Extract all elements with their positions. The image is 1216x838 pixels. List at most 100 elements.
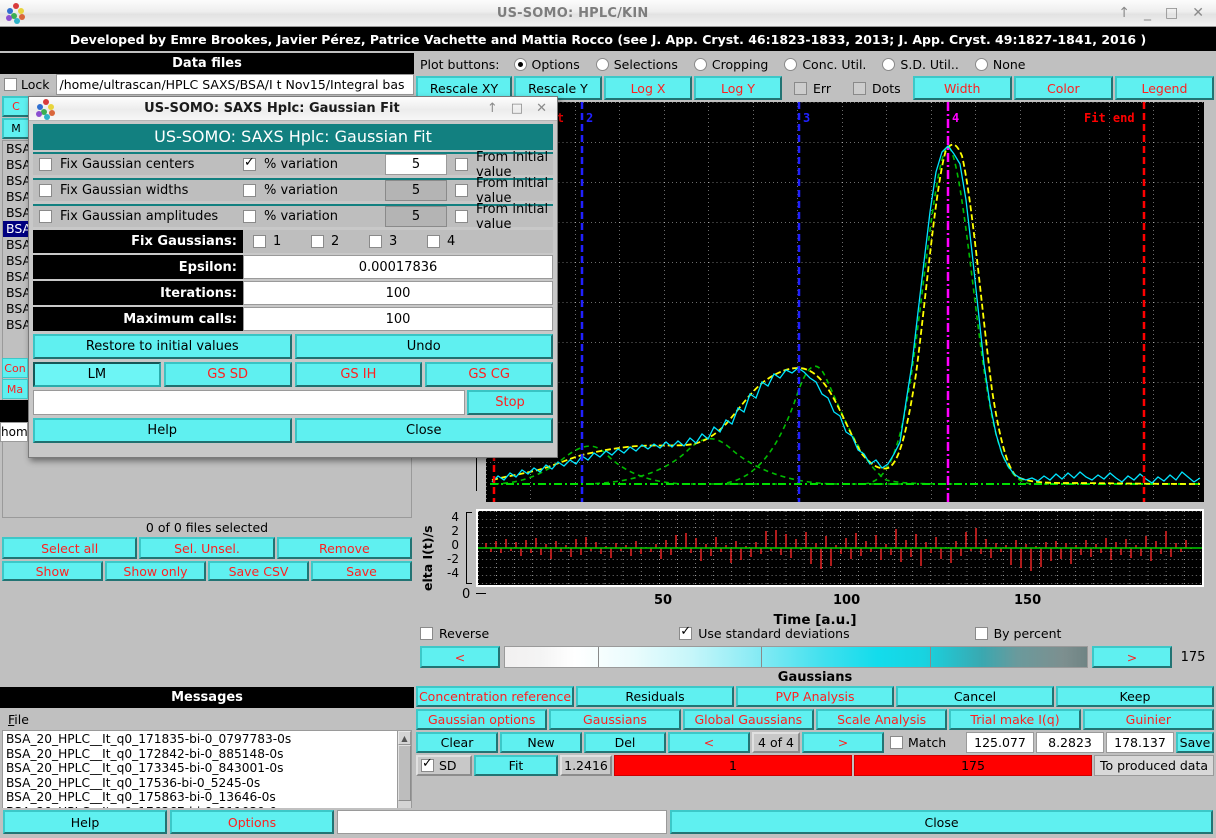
fix-gaussian-4-group[interactable]: 4: [427, 234, 485, 249]
gs-sd-method-button[interactable]: GS SD: [164, 362, 292, 387]
range-start-slider[interactable]: 1: [614, 755, 852, 776]
sel-unsel-button[interactable]: Sel. Unsel.: [139, 537, 274, 559]
gaussian-next-button[interactable]: >: [802, 732, 884, 753]
fix-gaussian-2-checkbox[interactable]: [311, 235, 324, 248]
dots-checkbox-group[interactable]: Dots: [843, 76, 911, 100]
trial-make-iq-button[interactable]: Trial make I(q): [949, 709, 1080, 730]
amplitudes-pct-group[interactable]: % variation: [243, 206, 385, 227]
pvp-analysis-button[interactable]: PVP Analysis: [736, 686, 894, 707]
radio-options[interactable]: Options: [514, 57, 580, 72]
close-icon[interactable]: ✕: [1192, 6, 1204, 20]
reverse-group[interactable]: Reverse: [420, 626, 489, 641]
err-checkbox[interactable]: [794, 82, 807, 95]
amplitudes-pct-checkbox[interactable]: [243, 210, 256, 223]
residuals-button[interactable]: Residuals: [576, 686, 734, 707]
centers-pct-group[interactable]: % variation: [243, 154, 385, 175]
slider-prev-button[interactable]: <: [420, 646, 500, 668]
bottom-help-button[interactable]: Help: [3, 810, 167, 834]
centers-from-initial-checkbox[interactable]: [455, 158, 468, 171]
fix-gaussian-1-checkbox[interactable]: [253, 235, 266, 248]
fix-widths-checkbox[interactable]: [39, 184, 52, 197]
dialog-maximize-icon[interactable]: □: [511, 101, 523, 116]
file-menu-item[interactable]: File: [8, 712, 29, 727]
restore-initial-values-button[interactable]: Restore to initial values: [33, 334, 292, 359]
fix-gaussian-3-group[interactable]: 3: [369, 234, 427, 249]
radio-sd-util[interactable]: S.D. Util..: [882, 57, 958, 72]
widths-from-initial-checkbox[interactable]: [455, 184, 468, 197]
guinier-button[interactable]: Guinier: [1083, 709, 1214, 730]
global-gaussians-button[interactable]: Global Gaussians: [683, 709, 814, 730]
behind-label-con[interactable]: Con: [2, 358, 28, 378]
widths-pct-checkbox[interactable]: [243, 184, 256, 197]
reverse-checkbox[interactable]: [420, 627, 433, 640]
fix-gaussian-4-checkbox[interactable]: [427, 235, 440, 248]
lm-method-button[interactable]: LM: [33, 362, 161, 387]
slider-next-button[interactable]: >: [1092, 646, 1172, 668]
range-end-slider[interactable]: 175: [854, 755, 1092, 776]
residual-plot-canvas[interactable]: [476, 509, 1204, 587]
centers-from-initial-group[interactable]: From initial value: [447, 154, 553, 175]
radio-cropping[interactable]: Cropping: [694, 57, 768, 72]
radio-options-icon[interactable]: [514, 58, 527, 71]
log-y-button[interactable]: Log Y: [694, 76, 782, 100]
dialog-close-button[interactable]: Close: [295, 418, 554, 443]
new-button[interactable]: New: [500, 732, 582, 753]
show-only-button[interactable]: Show only: [105, 561, 206, 581]
gaussians-button[interactable]: Gaussians: [549, 709, 680, 730]
hidden-button-2[interactable]: M: [2, 118, 30, 139]
save-csv-button[interactable]: Save CSV: [208, 561, 309, 581]
data-path-field[interactable]: /home/ultrascan/HPLC SAXS/BSA/I t Nov15/…: [56, 74, 414, 95]
main-plot-canvas[interactable]: Fit start 2 3 4 Fit end: [486, 102, 1204, 502]
gaussian-save-button[interactable]: Save: [1176, 732, 1214, 753]
scroll-thumb[interactable]: [398, 745, 411, 801]
fix-widths-group[interactable]: Fix Gaussian widths: [33, 180, 243, 201]
behind-label-hom[interactable]: hom: [0, 422, 28, 442]
select-all-button[interactable]: Select all: [2, 537, 137, 559]
dialog-help-button[interactable]: Help: [33, 418, 292, 443]
fix-centers-checkbox[interactable]: [39, 158, 52, 171]
by-percent-checkbox[interactable]: [975, 627, 988, 640]
dots-checkbox[interactable]: [853, 82, 866, 95]
by-percent-group[interactable]: By percent: [975, 626, 1062, 641]
legend-button[interactable]: Legend: [1115, 76, 1214, 100]
width-button[interactable]: Width: [913, 76, 1012, 100]
fix-gaussian-3-checkbox[interactable]: [369, 235, 382, 248]
radio-sd-util-icon[interactable]: [882, 58, 895, 71]
radio-conc-util-icon[interactable]: [784, 58, 797, 71]
radio-conc-util[interactable]: Conc. Util.: [784, 57, 866, 72]
widths-variation-input[interactable]: 5: [385, 180, 447, 201]
sd-checkbox[interactable]: [421, 759, 434, 772]
hidden-button-1[interactable]: C: [2, 96, 30, 117]
iterations-input[interactable]: 100: [243, 281, 553, 305]
dialog-shade-icon[interactable]: ↑: [487, 101, 498, 116]
err-checkbox-group[interactable]: Err: [784, 76, 841, 100]
gaussian-width-field[interactable]: 8.2823: [1036, 732, 1104, 753]
widths-pct-group[interactable]: % variation: [243, 180, 385, 201]
radio-selections-icon[interactable]: [596, 58, 609, 71]
stop-button[interactable]: Stop: [467, 390, 553, 415]
del-button[interactable]: Del: [584, 732, 666, 753]
radio-none[interactable]: None: [975, 57, 1026, 72]
gaussian-center-field[interactable]: 125.077: [966, 732, 1034, 753]
log-x-button[interactable]: Log X: [604, 76, 692, 100]
radio-selections[interactable]: Selections: [596, 57, 678, 72]
scale-analysis-button[interactable]: Scale Analysis: [816, 709, 947, 730]
fix-gaussian-2-group[interactable]: 2: [311, 234, 369, 249]
keep-button[interactable]: Keep: [1056, 686, 1214, 707]
maxcalls-input[interactable]: 100: [243, 307, 553, 331]
gs-ih-method-button[interactable]: GS IH: [295, 362, 423, 387]
scroll-up-icon[interactable]: ▲: [398, 731, 411, 745]
show-button[interactable]: Show: [2, 561, 103, 581]
radio-none-icon[interactable]: [975, 58, 988, 71]
dialog-close-icon[interactable]: ✕: [536, 101, 547, 116]
bottom-options-button[interactable]: Options: [170, 810, 334, 834]
maximize-icon[interactable]: □: [1165, 6, 1178, 20]
behind-label-ma[interactable]: Ma: [2, 379, 28, 399]
gaussian-fit-dialog[interactable]: US-SOMO: SAXS Hplc: Gaussian Fit ↑ □ ✕ U…: [28, 96, 558, 458]
save-button[interactable]: Save: [311, 561, 412, 581]
gaussian-amplitude-field[interactable]: 178.137: [1106, 732, 1174, 753]
use-sd-checkbox[interactable]: [679, 627, 692, 640]
concentration-reference-button[interactable]: Concentration reference: [416, 686, 574, 707]
fix-gaussian-1-group[interactable]: 1: [253, 234, 311, 249]
amplitudes-from-initial-group[interactable]: From initial value: [447, 206, 553, 227]
